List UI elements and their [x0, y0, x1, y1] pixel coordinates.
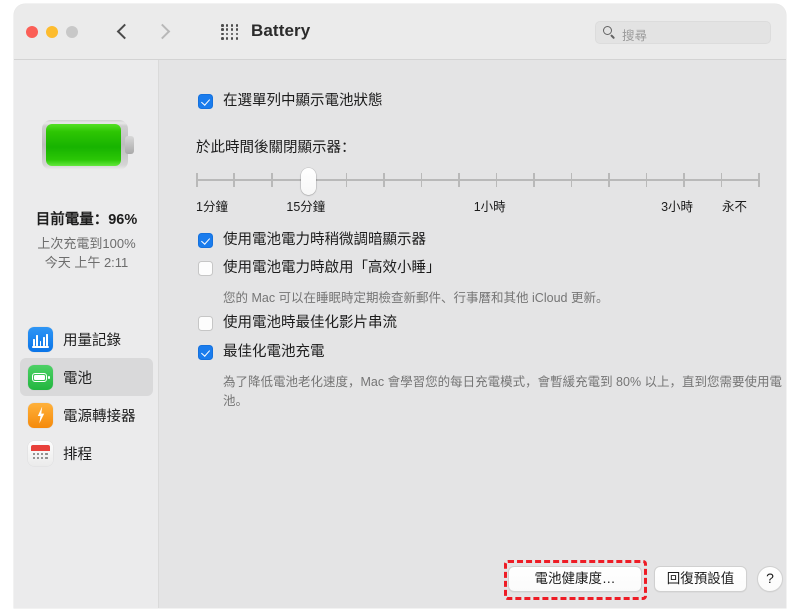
- display-sleep-slider[interactable]: 1分鐘 15分鐘 1小時 3小時 永不: [196, 168, 760, 214]
- search-input[interactable]: 搜尋: [595, 21, 771, 44]
- display-sleep-label: 於此時間後關閉顯示器：: [196, 140, 356, 156]
- slider-track: [196, 179, 758, 181]
- sidebar-item-power-adapter[interactable]: 電源轉接器: [20, 396, 153, 434]
- search-placeholder: 搜尋: [622, 29, 648, 43]
- power-nap-checkbox[interactable]: [198, 261, 213, 276]
- charge-status-block: 目前電量：96% 上次充電到100% 今天 上午 2:11: [14, 208, 159, 272]
- navigation-arrows: [114, 20, 174, 44]
- window-titlebar: Battery 搜尋: [14, 4, 786, 60]
- slider-tick: [270, 173, 273, 187]
- slider-tick: [645, 173, 648, 187]
- dim-display-checkbox[interactable]: [198, 233, 213, 248]
- sidebar-item-usage-history[interactable]: 用量記錄: [20, 320, 153, 358]
- battery-status-graphic: [42, 120, 134, 170]
- forward-chevron-icon: [154, 20, 174, 44]
- sidebar-item-battery[interactable]: 電池: [20, 358, 153, 396]
- show-in-menubar-checkbox[interactable]: [198, 94, 213, 109]
- restore-defaults-button[interactable]: 回復預設值: [654, 566, 747, 592]
- search-icon: [603, 26, 617, 40]
- schedule-calendar-icon: [28, 440, 53, 466]
- sidebar-item-label: 電源轉接器: [63, 408, 136, 425]
- current-charge-label: 目前電量：96%: [35, 212, 138, 228]
- last-charge-label: 上次充電到100%: [37, 236, 136, 251]
- power-adapter-icon: [28, 402, 53, 428]
- slider-tick: [233, 173, 236, 187]
- slider-tick: [495, 173, 498, 187]
- optimized-charging-checkbox[interactable]: [198, 345, 213, 360]
- power-nap-description: 您的 Mac 可以在睡眠時定期檢查新郵件、行事曆和其他 iCloud 更新。: [223, 291, 609, 305]
- optimized-charging-label: 最佳化電池充電: [223, 344, 325, 360]
- main-content: 在選單列中顯示電池狀態 於此時間後關閉顯示器： 1分鐘 15分鐘 1小時 3小時 永不 …: [160, 60, 786, 608]
- page-title: Battery: [251, 21, 311, 40]
- sidebar-item-label: 排程: [63, 446, 92, 463]
- slider-tick: [458, 173, 460, 187]
- zoom-button: [66, 26, 78, 38]
- sidebar-item-schedule[interactable]: 排程: [20, 434, 153, 472]
- slider-tick: [683, 173, 685, 187]
- slider-thumb[interactable]: [301, 168, 317, 195]
- optimize-video-row[interactable]: 使用電池時最佳化影片串流: [198, 315, 397, 332]
- slider-tick: [420, 173, 423, 187]
- slider-tick-label: 1小時: [473, 200, 506, 214]
- sidebar-item-label: 電池: [63, 370, 92, 387]
- battery-health-button[interactable]: 電池健康度…: [508, 566, 642, 592]
- optimize-video-label: 使用電池時最佳化影片串流: [223, 315, 397, 331]
- slider-tick: [758, 173, 760, 187]
- slider-tick: [570, 173, 573, 187]
- show-in-menubar-label: 在選單列中顯示電池狀態: [223, 93, 383, 109]
- optimized-charging-row[interactable]: 最佳化電池充電: [198, 344, 325, 361]
- slider-tick: [345, 173, 348, 187]
- slider-tick: [196, 173, 198, 187]
- dim-display-label: 使用電池電力時稍微調暗顯示器: [223, 232, 426, 248]
- sidebar: 目前電量：96% 上次充電到100% 今天 上午 2:11 用量記錄 電池 電源…: [14, 60, 159, 608]
- optimize-video-checkbox[interactable]: [198, 316, 213, 331]
- slider-tick-label: 永不: [722, 200, 748, 214]
- show-in-menubar-row[interactable]: 在選單列中顯示電池狀態: [198, 93, 383, 110]
- show-all-grid-icon[interactable]: [221, 24, 239, 40]
- minimize-button[interactable]: [46, 26, 58, 38]
- close-button[interactable]: [26, 26, 38, 38]
- usage-history-icon: [28, 326, 53, 352]
- slider-tick-label: 3小時: [661, 200, 694, 214]
- slider-tick-label: 1分鐘: [196, 200, 228, 214]
- battery-preferences-window: Battery 搜尋 目前電量：96% 上次充電到100% 今天 上午 2:11: [14, 4, 786, 608]
- slider-tick: [383, 173, 385, 187]
- traffic-light-buttons: [26, 26, 78, 38]
- sidebar-item-label: 用量記錄: [63, 332, 121, 349]
- power-nap-row[interactable]: 使用電池電力時啟用「高效小睡」: [198, 260, 441, 277]
- last-charge-time-label: 今天 上午 2:11: [44, 255, 129, 270]
- slider-tick: [608, 173, 610, 187]
- sidebar-nav-list: 用量記錄 電池 電源轉接器 排程: [14, 320, 159, 472]
- slider-tick: [533, 173, 535, 187]
- battery-icon: [28, 364, 53, 390]
- optimized-charging-description: 為了降低電池老化速度，Mac 會學習您的每日充電模式，會暫緩充電到 80% 以上…: [223, 375, 783, 408]
- slider-tick: [720, 173, 723, 187]
- power-nap-label: 使用電池電力時啟用「高效小睡」: [223, 260, 441, 276]
- dim-display-row[interactable]: 使用電池電力時稍微調暗顯示器: [198, 232, 426, 249]
- help-button[interactable]: ?: [757, 566, 783, 592]
- back-chevron-icon[interactable]: [114, 20, 134, 44]
- slider-tick-label: 15分鐘: [286, 200, 326, 214]
